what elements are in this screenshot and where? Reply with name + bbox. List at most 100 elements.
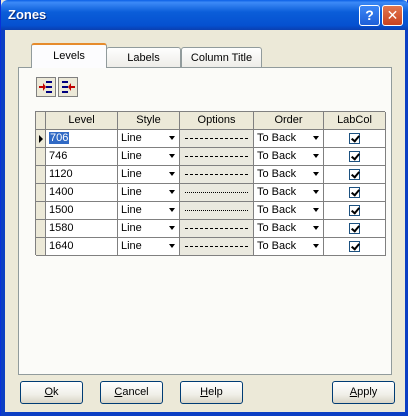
line-pattern-preview — [185, 174, 248, 175]
order-dropdown[interactable]: To Back — [254, 148, 324, 166]
grid-header: Level Style Options Order LabCol — [36, 112, 386, 130]
labcol-checkbox[interactable] — [349, 187, 360, 198]
row-indicator[interactable] — [36, 166, 46, 184]
style-dropdown[interactable]: Line — [118, 184, 180, 202]
tab-column-title[interactable]: Column Title — [181, 47, 262, 69]
row-indicator[interactable] — [36, 238, 46, 256]
chevron-down-icon[interactable] — [313, 154, 319, 158]
close-icon[interactable]: ✕ — [382, 5, 403, 26]
table-row[interactable]: 706 Line To Back — [36, 130, 386, 148]
chevron-down-icon[interactable] — [169, 136, 175, 140]
order-dropdown[interactable]: To Back — [254, 238, 324, 256]
row-indicator[interactable] — [36, 148, 46, 166]
window-title: Zones — [8, 7, 47, 22]
column-header-labcol[interactable]: LabCol — [324, 112, 386, 130]
level-cell[interactable]: 1640 — [46, 238, 118, 256]
order-value: To Back — [257, 150, 297, 162]
help-button[interactable]: Help — [180, 381, 243, 404]
labcol-checkbox[interactable] — [349, 223, 360, 234]
chevron-down-icon[interactable] — [313, 226, 319, 230]
options-cell[interactable] — [180, 220, 254, 238]
level-cell[interactable]: 1500 — [46, 202, 118, 220]
labcol-cell — [324, 184, 386, 202]
style-dropdown[interactable]: Line — [118, 148, 180, 166]
order-dropdown[interactable]: To Back — [254, 130, 324, 148]
order-value: To Back — [257, 168, 297, 180]
order-value: To Back — [257, 204, 297, 216]
chevron-down-icon[interactable] — [313, 190, 319, 194]
style-dropdown[interactable]: Line — [118, 220, 180, 238]
style-dropdown[interactable]: Line — [118, 130, 180, 148]
style-dropdown[interactable]: Line — [118, 202, 180, 220]
tab-levels[interactable]: Levels — [31, 43, 107, 68]
labcol-cell — [324, 166, 386, 184]
order-dropdown[interactable]: To Back — [254, 220, 324, 238]
style-value: Line — [121, 222, 142, 234]
style-dropdown[interactable]: Line — [118, 166, 180, 184]
chevron-down-icon[interactable] — [169, 190, 175, 194]
chevron-down-icon[interactable] — [169, 244, 175, 248]
options-cell[interactable] — [180, 238, 254, 256]
labcol-cell — [324, 202, 386, 220]
options-cell[interactable] — [180, 148, 254, 166]
tab-labels[interactable]: Labels — [106, 47, 181, 69]
column-header-options[interactable]: Options — [180, 112, 254, 130]
options-cell[interactable] — [180, 130, 254, 148]
level-cell[interactable]: 1400 — [46, 184, 118, 202]
help-icon[interactable]: ? — [359, 5, 380, 26]
table-row[interactable]: 1120 Line To Back — [36, 166, 386, 184]
order-dropdown[interactable]: To Back — [254, 202, 324, 220]
current-row-arrow-icon — [39, 135, 43, 143]
chevron-down-icon[interactable] — [169, 154, 175, 158]
title-bar[interactable]: Zones ? ✕ — [1, 0, 408, 30]
line-pattern-preview — [185, 228, 248, 229]
labcol-checkbox[interactable] — [349, 151, 360, 162]
style-dropdown[interactable]: Line — [118, 238, 180, 256]
row-indicator[interactable] — [36, 202, 46, 220]
row-indicator[interactable] — [36, 184, 46, 202]
chevron-down-icon[interactable] — [313, 136, 319, 140]
table-row[interactable]: 1640 Line To Back — [36, 238, 386, 256]
table-row[interactable]: 1400 Line To Back — [36, 184, 386, 202]
table-row[interactable]: 746 Line To Back — [36, 148, 386, 166]
level-value: 746 — [49, 150, 68, 162]
row-indicator[interactable] — [36, 130, 46, 148]
labcol-checkbox[interactable] — [349, 169, 360, 180]
style-value: Line — [121, 168, 142, 180]
level-value: 1400 — [49, 186, 74, 198]
level-value: 1500 — [49, 204, 74, 216]
options-cell[interactable] — [180, 184, 254, 202]
options-cell[interactable] — [180, 166, 254, 184]
apply-button[interactable]: Apply — [332, 381, 395, 404]
labcol-checkbox[interactable] — [349, 205, 360, 216]
column-header-level[interactable]: Level — [46, 112, 118, 130]
level-cell[interactable]: 1580 — [46, 220, 118, 238]
chevron-down-icon[interactable] — [313, 172, 319, 176]
chevron-down-icon[interactable] — [313, 208, 319, 212]
cancel-button[interactable]: Cancel — [100, 381, 163, 404]
order-value: To Back — [257, 186, 297, 198]
order-dropdown[interactable]: To Back — [254, 166, 324, 184]
ok-button[interactable]: Ok — [20, 381, 83, 404]
chevron-down-icon[interactable] — [313, 244, 319, 248]
chevron-down-icon[interactable] — [169, 208, 175, 212]
order-dropdown[interactable]: To Back — [254, 184, 324, 202]
labcol-cell — [324, 238, 386, 256]
remove-level-icon[interactable] — [58, 77, 78, 97]
labcol-checkbox[interactable] — [349, 241, 360, 252]
chevron-down-icon[interactable] — [169, 172, 175, 176]
add-level-icon[interactable] — [36, 77, 56, 97]
level-cell[interactable]: 1120 — [46, 166, 118, 184]
table-row[interactable]: 1500 Line To Back — [36, 202, 386, 220]
line-pattern-preview — [185, 246, 248, 247]
column-header-style[interactable]: Style — [118, 112, 180, 130]
level-cell[interactable]: 746 — [46, 148, 118, 166]
header-corner — [36, 112, 46, 130]
table-row[interactable]: 1580 Line To Back — [36, 220, 386, 238]
level-cell[interactable]: 706 — [46, 130, 118, 148]
chevron-down-icon[interactable] — [169, 226, 175, 230]
column-header-order[interactable]: Order — [254, 112, 324, 130]
row-indicator[interactable] — [36, 220, 46, 238]
options-cell[interactable] — [180, 202, 254, 220]
labcol-checkbox[interactable] — [349, 133, 360, 144]
